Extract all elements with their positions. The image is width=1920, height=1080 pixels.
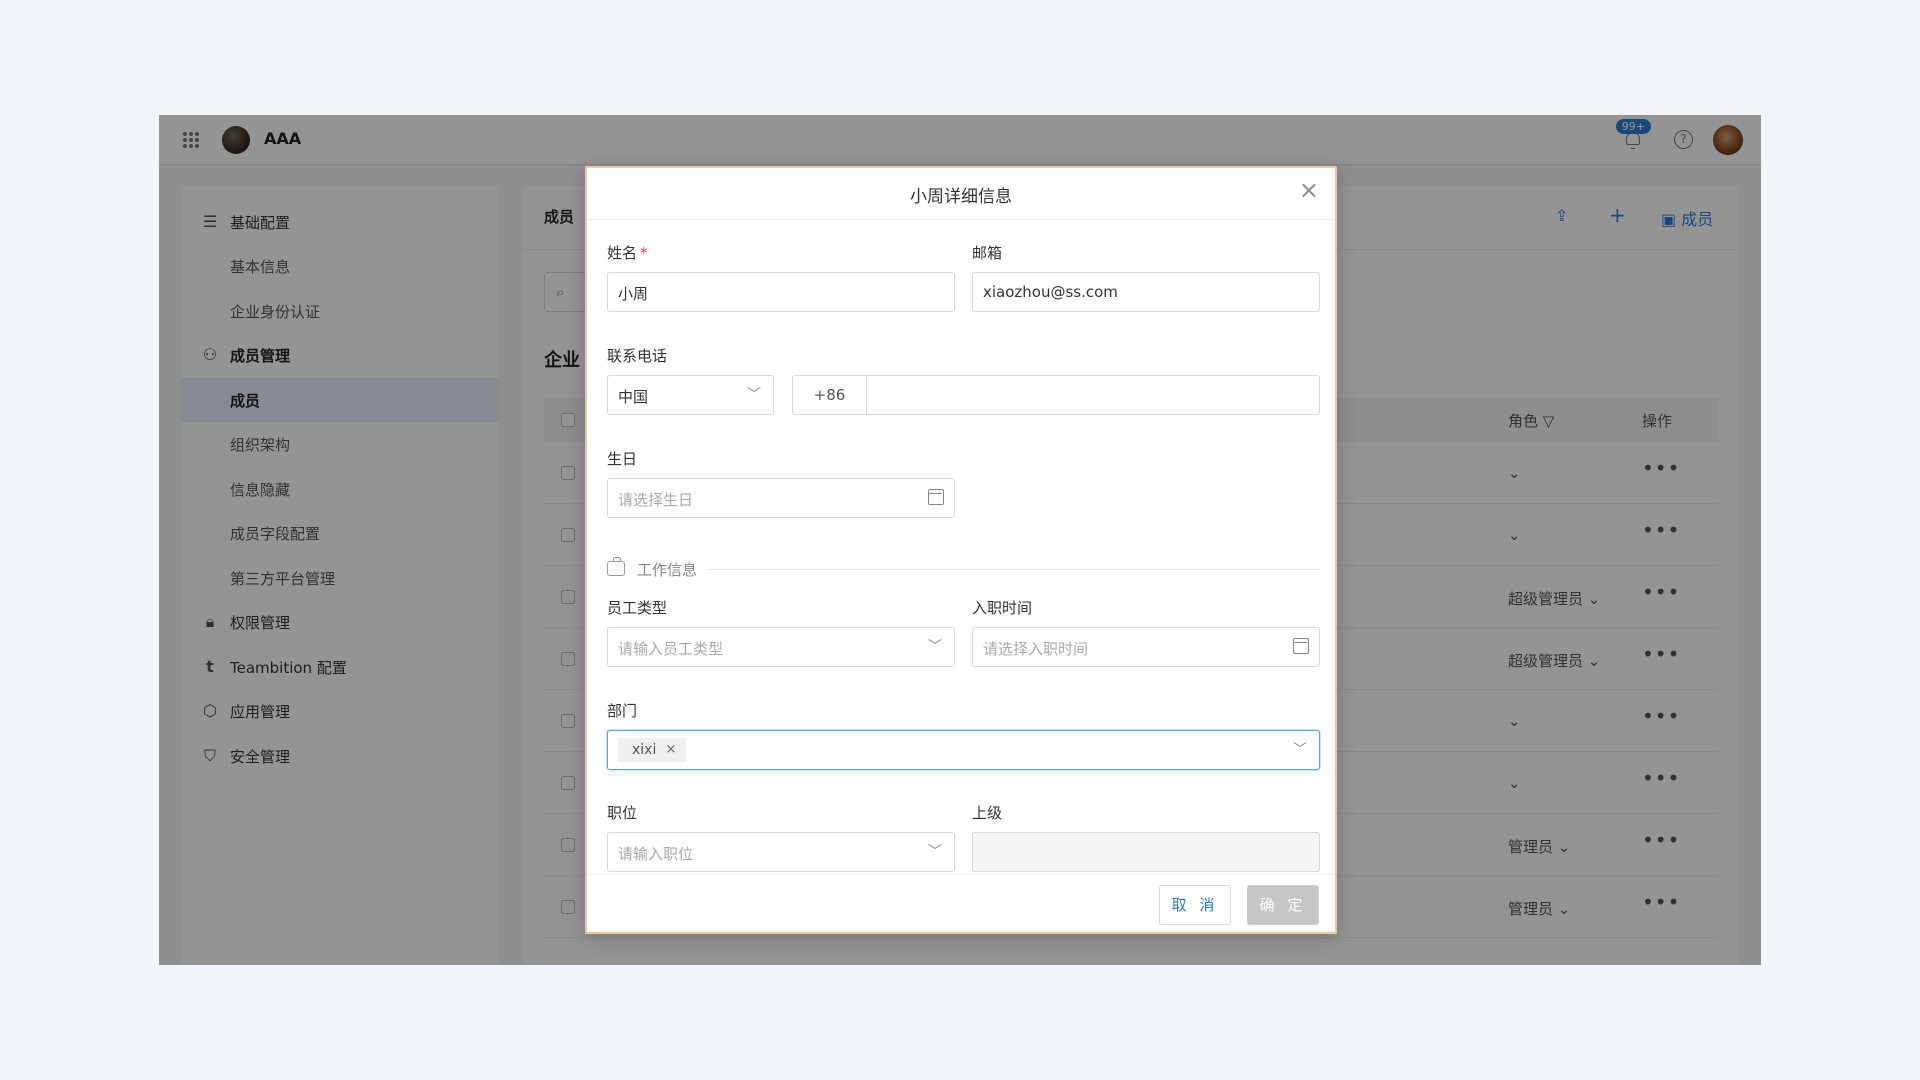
birthday-label: 生日 — [607, 450, 638, 468]
position-select[interactable]: 请输入职位 ﹀ — [607, 832, 955, 872]
employee-type-label: 员工类型 — [607, 599, 668, 617]
dialog-title: 小周详细信息 — [910, 187, 1012, 207]
name-label: 姓名 * — [607, 244, 648, 262]
join-date-placeholder: 请选择入职时间 — [983, 640, 1089, 658]
email-field[interactable]: xiaozhou@ss.com — [972, 272, 1320, 312]
department-tag: xixi × — [618, 738, 687, 762]
country-value: 中国 — [618, 388, 649, 406]
chevron-down-icon: ﹀ — [747, 387, 761, 403]
briefcase-icon — [607, 557, 625, 576]
position-placeholder: 请输入职位 — [618, 845, 694, 863]
work-info-label: 工作信息 — [637, 561, 698, 579]
dialog-footer: 取 消 确 定 — [587, 874, 1335, 932]
close-icon[interactable]: × — [1299, 178, 1319, 202]
calendar-icon — [1293, 638, 1309, 654]
superior-field[interactable] — [972, 832, 1320, 872]
position-label: 职位 — [607, 804, 638, 822]
employee-type-select[interactable]: 请输入员工类型 ﹀ — [607, 627, 955, 667]
name-value: 小周 — [618, 285, 649, 303]
birthday-placeholder: 请选择生日 — [618, 491, 694, 509]
birthday-picker[interactable]: 请选择生日 — [607, 478, 955, 518]
email-label: 邮箱 — [972, 244, 1003, 262]
country-code: +86 — [793, 376, 867, 414]
phone-label: 联系电话 — [607, 347, 668, 365]
work-info-divider: 工作信息 — [607, 557, 1319, 580]
chevron-down-icon: ﹀ — [928, 639, 942, 655]
join-date-picker[interactable]: 请选择入职时间 — [972, 627, 1320, 667]
superior-label: 上级 — [972, 804, 1003, 822]
email-value: xiaozhou@ss.com — [983, 283, 1118, 301]
required-mark: * — [640, 244, 648, 262]
employee-type-placeholder: 请输入员工类型 — [618, 640, 724, 658]
phone-field[interactable]: +86 — [792, 375, 1320, 415]
member-detail-dialog: 小周详细信息 × 姓名 * 小周 邮箱 xiaozhou@ss.com 联系电话 … — [585, 166, 1337, 934]
country-select[interactable]: 中国 ﹀ — [607, 375, 774, 415]
calendar-icon — [928, 489, 944, 505]
department-label: 部门 — [607, 702, 638, 720]
dialog-header: 小周详细信息 × — [587, 168, 1335, 220]
chevron-down-icon: ﹀ — [928, 844, 942, 860]
department-tag-label: xixi — [632, 742, 657, 758]
confirm-button[interactable]: 确 定 — [1247, 885, 1319, 925]
name-field[interactable]: 小周 — [607, 272, 955, 312]
cancel-button[interactable]: 取 消 — [1159, 885, 1231, 925]
join-date-label: 入职时间 — [972, 599, 1033, 617]
chevron-down-icon: ﹀ — [1293, 742, 1307, 758]
tag-remove-icon[interactable]: × — [665, 738, 676, 762]
department-select[interactable]: xixi × ﹀ — [607, 730, 1320, 770]
